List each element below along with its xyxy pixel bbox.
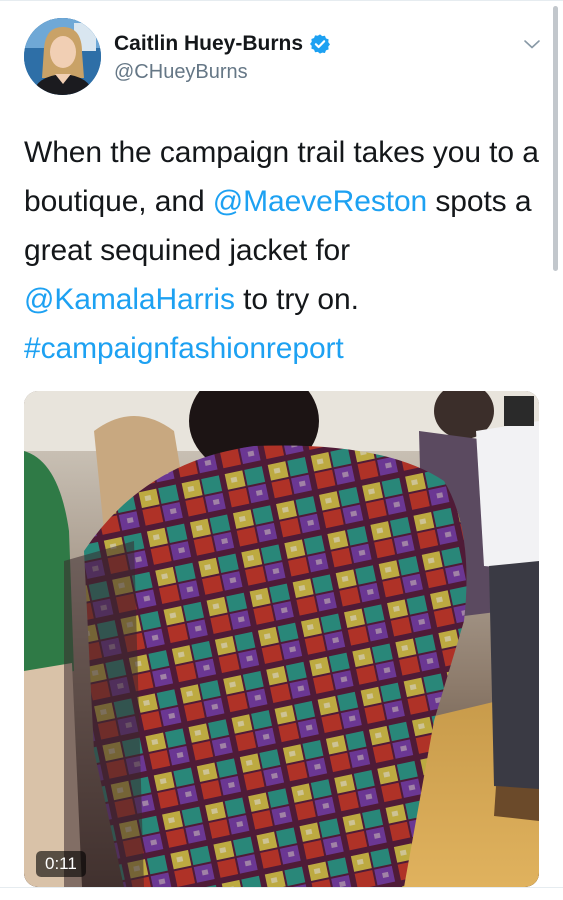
tweet-text: When the campaign trail takes you to a b… bbox=[24, 128, 544, 373]
author-name[interactable]: Caitlin Huey-Burns bbox=[114, 32, 303, 56]
video-player[interactable]: 0:11 bbox=[24, 391, 539, 887]
hashtag-link[interactable]: #campaignfashionreport bbox=[24, 332, 344, 365]
video-thumbnail bbox=[24, 391, 539, 887]
tweet-text-part: to try on. bbox=[234, 283, 359, 316]
author-row: Caitlin Huey-Burns bbox=[114, 32, 331, 56]
mention-link[interactable]: @MaeveReston bbox=[213, 185, 427, 218]
bottom-divider bbox=[0, 887, 563, 888]
chevron-down-icon[interactable] bbox=[521, 33, 543, 55]
mention-link[interactable]: @KamalaHarris bbox=[24, 283, 235, 316]
top-divider bbox=[0, 0, 563, 1]
scrollbar[interactable] bbox=[553, 6, 558, 271]
video-duration: 0:11 bbox=[36, 851, 86, 877]
verified-badge-icon bbox=[309, 33, 331, 55]
avatar[interactable] bbox=[24, 18, 101, 95]
author-handle[interactable]: @CHueyBurns bbox=[114, 60, 248, 84]
